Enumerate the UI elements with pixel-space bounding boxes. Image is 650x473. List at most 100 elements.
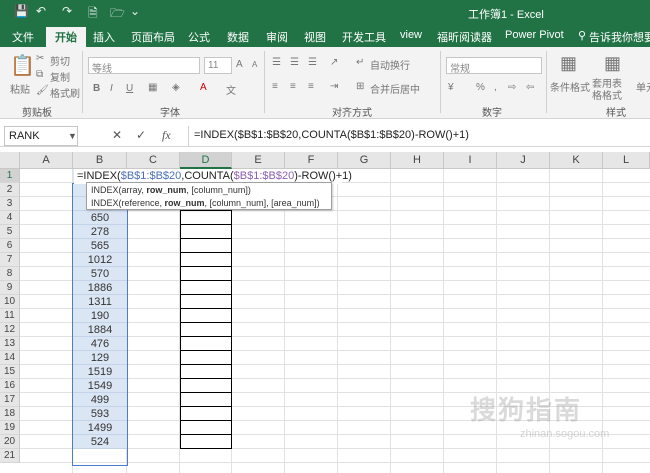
tab-home[interactable]: 开始: [46, 27, 86, 47]
cell-d12[interactable]: [180, 323, 232, 337]
row-header-2[interactable]: 2: [0, 183, 20, 197]
tab-formulas[interactable]: 公式: [188, 29, 210, 45]
row-header-4[interactable]: 4: [0, 211, 20, 225]
row-header-5[interactable]: 5: [0, 225, 20, 239]
row-header-6[interactable]: 6: [0, 239, 20, 253]
cell-d15[interactable]: [180, 365, 232, 379]
cell-d5[interactable]: [180, 225, 232, 239]
cut-icon[interactable]: ✂: [36, 53, 44, 64]
tab-file[interactable]: 文件: [12, 29, 34, 45]
merge-center-button[interactable]: 合并后居中: [370, 81, 420, 96]
cell-d7[interactable]: [180, 253, 232, 267]
cell-d17[interactable]: [180, 393, 232, 407]
comma-style-icon[interactable]: ,: [494, 82, 497, 93]
undo-icon[interactable]: ↶: [36, 4, 46, 18]
row-header-11[interactable]: 11: [0, 309, 20, 323]
shrink-font-button[interactable]: A: [252, 60, 257, 69]
column-header-a[interactable]: A: [20, 152, 73, 169]
bold-button[interactable]: B: [93, 83, 100, 94]
tab-developer[interactable]: 开发工具: [342, 29, 386, 45]
font-name-select[interactable]: 等线: [88, 57, 200, 75]
copy-button[interactable]: 复制: [50, 69, 70, 84]
column-header-h[interactable]: H: [391, 152, 444, 169]
tooltip-line-reference[interactable]: INDEX(reference, row_num, [column_num], …: [91, 197, 327, 210]
conditional-format-button[interactable]: 条件格式: [550, 79, 590, 94]
wrap-text-button[interactable]: 自动换行: [370, 57, 410, 72]
cut-button[interactable]: 剪切: [50, 53, 70, 68]
column-header-i[interactable]: I: [444, 152, 497, 169]
orientation-icon[interactable]: ↗: [330, 57, 338, 68]
select-all-corner[interactable]: [0, 152, 20, 169]
copy-icon[interactable]: ⧉: [36, 69, 43, 80]
font-color-icon[interactable]: A: [200, 82, 207, 93]
align-right-icon[interactable]: ≡: [308, 81, 314, 92]
tab-view-addin[interactable]: view: [400, 29, 422, 41]
row-header-17[interactable]: 17: [0, 393, 20, 407]
column-header-k[interactable]: K: [550, 152, 603, 169]
underline-button[interactable]: U: [126, 83, 133, 94]
align-center-icon[interactable]: ≡: [290, 81, 296, 92]
format-painter-button[interactable]: 格式刷: [50, 85, 80, 100]
row-header-19[interactable]: 19: [0, 421, 20, 435]
name-box[interactable]: RANK: [4, 126, 78, 146]
cell-d8[interactable]: [180, 267, 232, 281]
row-header-1[interactable]: 1: [0, 169, 20, 183]
format-as-table-button[interactable]: 套用表格格式: [592, 79, 630, 103]
row-header-20[interactable]: 20: [0, 435, 20, 449]
tab-review[interactable]: 审阅: [266, 29, 288, 45]
column-header-c[interactable]: C: [127, 152, 180, 169]
customize-quick-access-icon[interactable]: ⌄: [130, 4, 140, 18]
save-icon[interactable]: 💾: [14, 4, 29, 18]
tell-me-search[interactable]: 告诉我你想要做: [589, 29, 650, 45]
cell-d20[interactable]: [180, 435, 232, 449]
indent-icon[interactable]: ⇥: [330, 81, 338, 92]
align-bottom-icon[interactable]: ☰: [308, 57, 317, 68]
cell-d16[interactable]: [180, 379, 232, 393]
format-as-table-icon[interactable]: ▦: [604, 53, 621, 74]
tooltip-line-array[interactable]: INDEX(array, row_num, [column_num]): [91, 184, 327, 197]
tab-power-pivot[interactable]: Power Pivot: [505, 29, 564, 41]
format-painter-icon[interactable]: 🖌: [36, 85, 49, 96]
cell-d6[interactable]: [180, 239, 232, 253]
align-middle-icon[interactable]: ☰: [290, 57, 299, 68]
column-header-g[interactable]: G: [338, 152, 391, 169]
tab-view[interactable]: 视图: [304, 29, 326, 45]
cell-d9[interactable]: [180, 281, 232, 295]
cell-d14[interactable]: [180, 351, 232, 365]
redo-icon[interactable]: ↷: [62, 4, 72, 18]
row-header-15[interactable]: 15: [0, 365, 20, 379]
grow-font-button[interactable]: A: [236, 59, 243, 70]
percent-button[interactable]: %: [476, 82, 485, 93]
tab-insert[interactable]: 插入: [93, 29, 115, 45]
row-header-16[interactable]: 16: [0, 379, 20, 393]
row-header-18[interactable]: 18: [0, 407, 20, 421]
row-header-9[interactable]: 9: [0, 281, 20, 295]
row-header-3[interactable]: 3: [0, 197, 20, 211]
cell-styles-button[interactable]: 单元: [636, 79, 650, 94]
cell-d18[interactable]: [180, 407, 232, 421]
column-header-b[interactable]: B: [73, 152, 127, 169]
column-header-e[interactable]: E: [232, 152, 285, 169]
italic-button[interactable]: I: [110, 83, 113, 94]
print-preview-icon[interactable]: 🗎: [88, 4, 98, 25]
tab-foxit-reader[interactable]: 福昕阅读器: [437, 29, 492, 45]
cell-d13[interactable]: [180, 337, 232, 351]
column-header-j[interactable]: J: [497, 152, 550, 169]
row-header-14[interactable]: 14: [0, 351, 20, 365]
cell-d10[interactable]: [180, 295, 232, 309]
enter-formula-icon[interactable]: ✓: [136, 128, 146, 142]
font-size-select[interactable]: 11: [204, 57, 232, 74]
conditional-format-icon[interactable]: ▦: [560, 53, 577, 74]
row-header-13[interactable]: 13: [0, 337, 20, 351]
tab-page-layout[interactable]: 页面布局: [131, 29, 175, 45]
column-header-l[interactable]: L: [603, 152, 650, 169]
paste-button[interactable]: 粘贴: [10, 81, 30, 96]
increase-decimal-icon[interactable]: ⇨: [508, 82, 516, 93]
align-left-icon[interactable]: ≡: [272, 81, 278, 92]
row-header-8[interactable]: 8: [0, 267, 20, 281]
merge-center-icon[interactable]: ⊞: [356, 81, 364, 92]
row-header-21[interactable]: 21: [0, 449, 20, 463]
cancel-formula-icon[interactable]: ✕: [112, 128, 122, 142]
name-box-dropdown-icon[interactable]: ▼: [68, 131, 77, 141]
currency-icon[interactable]: ¥: [448, 82, 454, 93]
